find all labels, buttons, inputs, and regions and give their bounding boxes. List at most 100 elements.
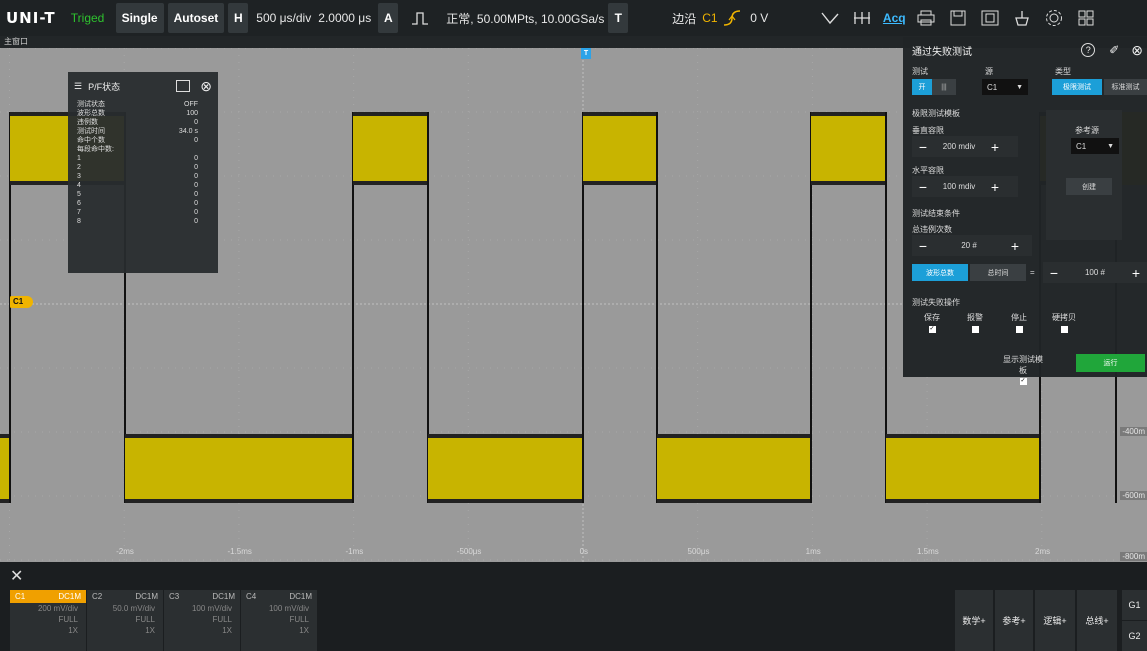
trace-noise-edge bbox=[886, 434, 1040, 438]
plus-icon[interactable]: + bbox=[1004, 238, 1026, 254]
trace-noise-edge bbox=[125, 499, 353, 503]
g1-button[interactable]: G1 bbox=[1122, 590, 1147, 620]
trigger-type[interactable]: 边沿 bbox=[630, 3, 702, 33]
g2-button[interactable]: G2 bbox=[1122, 621, 1147, 651]
apps-grid-icon[interactable] bbox=[1070, 3, 1102, 33]
channel-bw: FULL bbox=[135, 615, 155, 624]
fail-op-1[interactable]: 报警 bbox=[960, 312, 990, 333]
minus-icon[interactable]: − bbox=[912, 179, 934, 195]
acquisition-info[interactable]: 正常, 50.00MPts, 10.00GSa/s bbox=[440, 3, 606, 33]
dropdown-arrow-icon: ▼ bbox=[1107, 142, 1114, 150]
screenshot-icon[interactable] bbox=[974, 3, 1006, 33]
channel-probe: 1X bbox=[68, 626, 78, 635]
show-template-checkbox[interactable]: ✓ bbox=[1019, 378, 1027, 385]
c1-offset-marker[interactable]: C1 bbox=[10, 296, 33, 308]
settings-gear-icon[interactable] bbox=[1038, 3, 1070, 33]
trace-noise-edge bbox=[886, 499, 1040, 503]
pf-status-row: 每段命中数: bbox=[68, 145, 218, 154]
autoset-button[interactable]: Autoset bbox=[167, 3, 225, 33]
fail-op-0[interactable]: 保存 ✓ bbox=[917, 312, 947, 333]
channel-name: C1 bbox=[15, 592, 26, 601]
minus-icon[interactable]: − bbox=[1043, 265, 1065, 281]
measure-cursor-icon[interactable] bbox=[814, 3, 846, 33]
math-add-button[interactable]: 数学+ bbox=[955, 590, 993, 651]
utility-icon[interactable] bbox=[1006, 3, 1038, 33]
channel-coupling: DC1M bbox=[289, 592, 312, 601]
horizontal-offset-readout[interactable]: 2.0000 μs bbox=[312, 3, 376, 33]
pf-row-label: 7 bbox=[77, 209, 81, 216]
acquire-menu-button[interactable]: A bbox=[378, 3, 399, 33]
horizontal-tolerance-stepper[interactable]: − 100 mdiv + bbox=[912, 176, 1018, 197]
menu-icon[interactable]: ☰ bbox=[74, 81, 82, 92]
condition-total-time[interactable]: 总时间 bbox=[970, 264, 1026, 281]
plus-icon[interactable]: + bbox=[1125, 265, 1147, 281]
pf-status-row: 命中个数 0 bbox=[68, 136, 218, 145]
channel-scale: 50.0 mV/div bbox=[112, 604, 155, 613]
trigger-level[interactable]: 0 V bbox=[744, 3, 814, 33]
condition-wave-total[interactable]: 波形总数 bbox=[912, 264, 968, 281]
equals-label: = bbox=[1030, 268, 1035, 277]
checkbox[interactable] bbox=[1015, 326, 1023, 333]
channel-box-c2[interactable]: C2 DC1M 50.0 mV/div FULL 1X bbox=[87, 590, 163, 651]
pf-row-value: 0 bbox=[194, 218, 198, 225]
run-state-indicator[interactable]: Triged bbox=[62, 3, 114, 33]
tools-icon[interactable]: ✕ bbox=[10, 566, 23, 586]
show-template-option[interactable]: 显示测试模板 ✓ bbox=[1001, 354, 1045, 385]
trace-noise-edge bbox=[583, 181, 657, 185]
checkbox[interactable] bbox=[971, 326, 979, 333]
pf-row-label: 8 bbox=[77, 218, 81, 225]
table-view-icon[interactable] bbox=[176, 80, 191, 92]
reference-source-select[interactable]: C1 ▼ bbox=[1071, 138, 1119, 154]
brand-logo: UNI-T bbox=[6, 9, 56, 27]
time-axis-label: -500μs bbox=[456, 547, 482, 556]
time-axis-label: -1ms bbox=[345, 547, 364, 556]
timebase-readout[interactable]: 500 μs/div bbox=[250, 3, 312, 33]
vertical-tolerance-stepper[interactable]: − 200 mdiv + bbox=[912, 136, 1018, 157]
ref-add-button[interactable]: 参考+ bbox=[995, 590, 1033, 651]
time-axis-label: -2ms bbox=[116, 547, 134, 556]
grid-display-icon[interactable] bbox=[846, 3, 878, 33]
pf-row-value: OFF bbox=[184, 101, 198, 108]
plus-icon[interactable]: + bbox=[984, 139, 1006, 155]
channel-box-c3[interactable]: C3 DC1M 100 mV/div FULL 1X bbox=[164, 590, 240, 651]
source-select[interactable]: C1 ▼ bbox=[982, 79, 1028, 95]
trace-band bbox=[125, 434, 353, 503]
fail-op-3[interactable]: 硬拷贝 bbox=[1049, 312, 1079, 333]
channel-box-c1[interactable]: C1 DC1M 200 mV/div FULL 1X bbox=[10, 590, 86, 651]
checkbox[interactable] bbox=[1060, 326, 1068, 333]
fail-op-2[interactable]: 停止 bbox=[1004, 312, 1034, 333]
checkbox[interactable]: ✓ bbox=[928, 326, 936, 333]
single-button[interactable]: Single bbox=[115, 3, 164, 33]
trace-noise-edge bbox=[0, 499, 10, 503]
trigger-source[interactable]: C1 bbox=[702, 3, 722, 33]
dropdown-arrow-icon: ▼ bbox=[1016, 83, 1023, 91]
create-template-button[interactable]: 创建 bbox=[1066, 178, 1112, 195]
close-icon[interactable]: ⊗ bbox=[200, 78, 212, 95]
channel-probe: 1X bbox=[299, 626, 309, 635]
close-icon[interactable]: ⊗ bbox=[1131, 42, 1143, 59]
time-axis-label: 1.5ms bbox=[916, 547, 939, 556]
bus-add-button[interactable]: 总线+ bbox=[1077, 590, 1117, 651]
total-violations-stepper[interactable]: − 20 # + bbox=[912, 235, 1032, 256]
print-icon[interactable] bbox=[910, 3, 942, 33]
plus-icon[interactable]: + bbox=[984, 179, 1006, 195]
horizontal-menu-button[interactable]: H bbox=[228, 3, 249, 33]
trace-noise-edge bbox=[353, 181, 428, 185]
trigger-position-marker[interactable]: T bbox=[581, 48, 591, 59]
logic-add-button[interactable]: 逻辑+ bbox=[1035, 590, 1075, 651]
save-icon[interactable] bbox=[942, 3, 974, 33]
acq-button[interactable]: Acq bbox=[878, 3, 910, 33]
wave-total-stepper[interactable]: − 100 # + bbox=[1043, 262, 1147, 283]
test-toggle[interactable]: 开 ||| bbox=[912, 79, 956, 95]
minus-icon[interactable]: − bbox=[912, 139, 934, 155]
trigger-menu-button[interactable]: T bbox=[608, 3, 629, 33]
type-standard-test[interactable]: 标准测试 bbox=[1104, 79, 1147, 95]
pf-row-value: 0 bbox=[194, 155, 198, 162]
minus-icon[interactable]: − bbox=[912, 238, 934, 254]
run-test-button[interactable]: 运行 bbox=[1076, 354, 1145, 372]
type-limit-test[interactable]: 极限测试 bbox=[1052, 79, 1102, 95]
channel-probe: 1X bbox=[222, 626, 232, 635]
channel-box-c4[interactable]: C4 DC1M 100 mV/div FULL 1X bbox=[241, 590, 317, 651]
pin-icon[interactable]: ✐ bbox=[1109, 43, 1119, 57]
help-icon[interactable]: ? bbox=[1081, 43, 1096, 57]
